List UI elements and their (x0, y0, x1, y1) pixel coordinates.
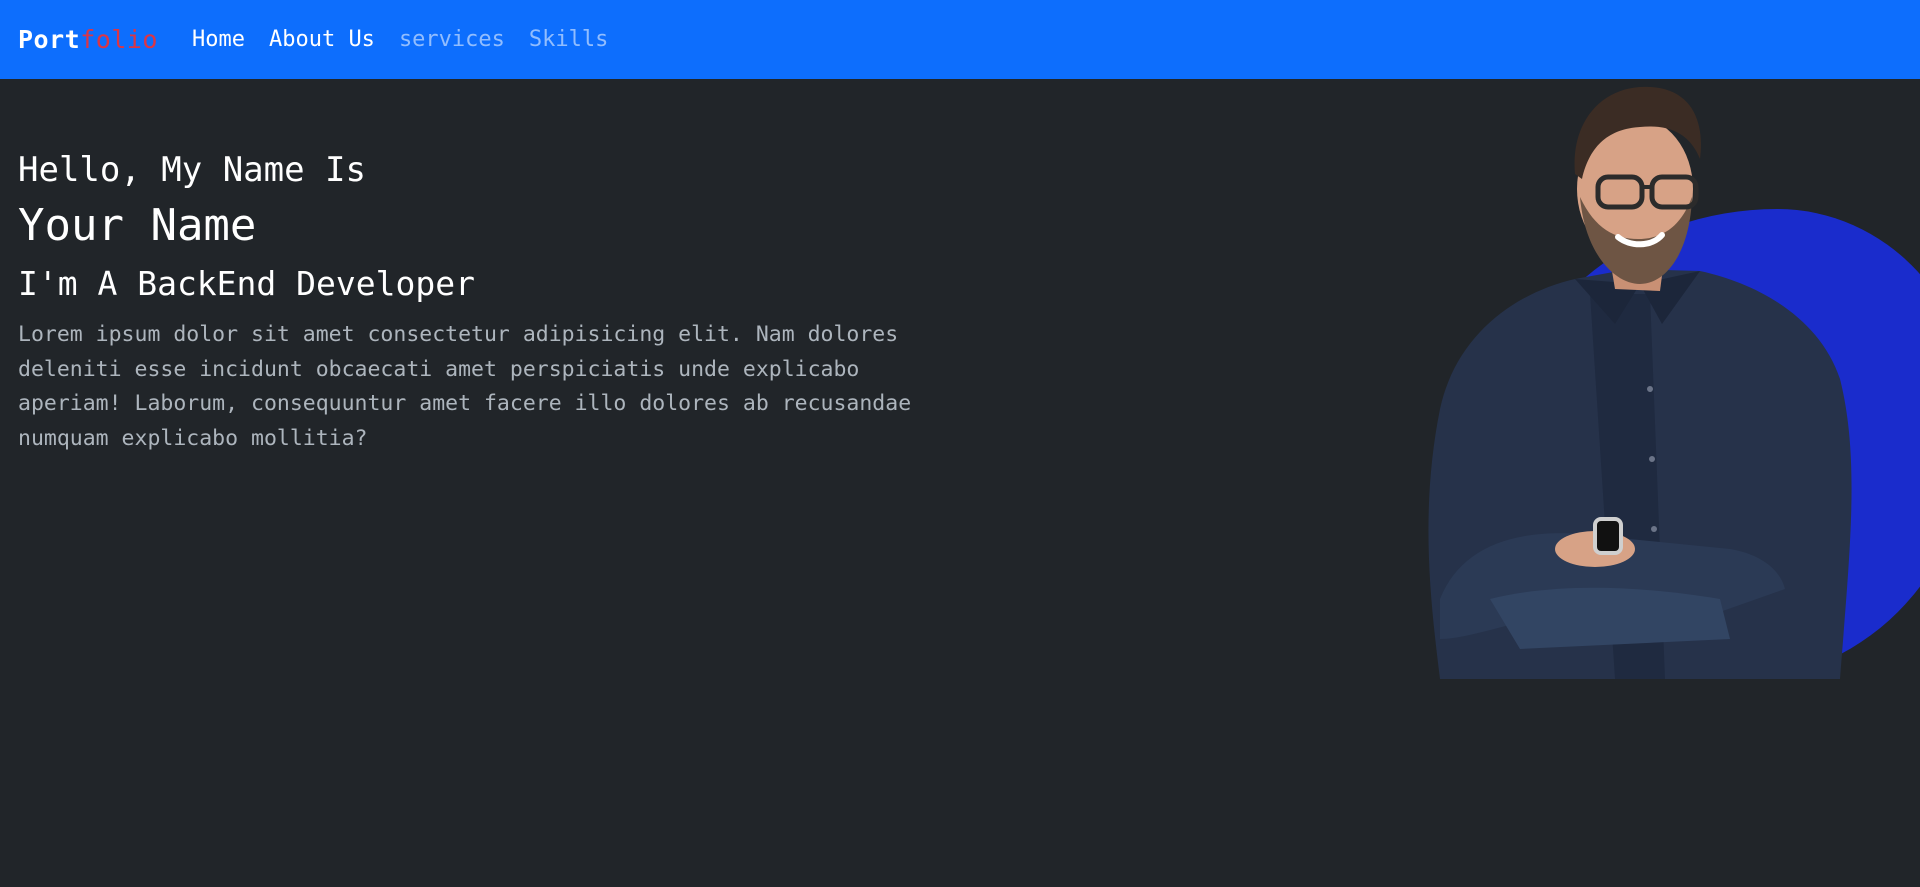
hero-greeting: Hello, My Name Is (18, 150, 366, 190)
brand-logo[interactable]: Port folio (18, 25, 158, 54)
brand-text-accent: folio (80, 25, 158, 54)
portrait-photo-icon (1428, 86, 1852, 679)
hero-image (1400, 79, 1920, 679)
navbar: Port folio Home About Us services Skills (0, 0, 1920, 79)
nav-link-about-us[interactable]: About Us (269, 27, 375, 52)
hero-role: I'm A BackEnd Developer (18, 264, 475, 303)
hero-text: Hello, My Name Is Your Name I'm A BackEn… (18, 148, 978, 456)
nav-link-home[interactable]: Home (192, 27, 245, 52)
nav-link-services[interactable]: services (399, 27, 505, 52)
nav-links: Home About Us services Skills (192, 27, 632, 52)
hero-name: Your Name (18, 200, 257, 251)
nav-link-skills[interactable]: Skills (529, 27, 608, 52)
brand-text-main: Port (18, 25, 81, 54)
hero-description: Lorem ipsum dolor sit amet consectetur a… (18, 322, 912, 451)
